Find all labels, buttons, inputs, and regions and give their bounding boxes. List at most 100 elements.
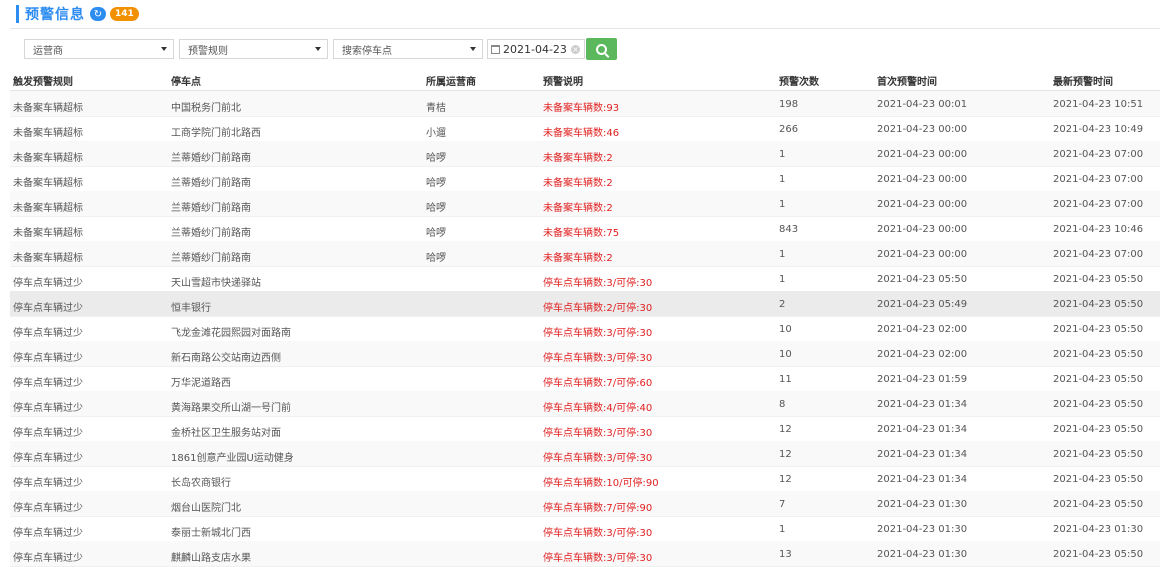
description-cell: 停车点车辆数:3/可停:30 [543, 428, 653, 439]
stop-search-select[interactable]: 搜索停车点 [333, 39, 483, 59]
first-time-cell: 2021-04-23 00:00 [877, 199, 968, 210]
count-cell: 198 [779, 99, 799, 110]
table-row[interactable]: 停车点车辆过少 烟台山医院门北 停车点车辆数:7/可停:90 7 2021-04-23 … [10, 491, 1160, 517]
description-cell: 停车点车辆数:3/可停:30 [543, 353, 653, 364]
description-cell: 未备案车辆数:75 [543, 228, 620, 239]
count-cell: 12 [779, 424, 792, 435]
table-row[interactable]: 未备案车辆超标 工商学院门前北路西 小遛 未备案车辆数:46 266 2021-04-23… [10, 116, 1160, 142]
latest-time-cell: 2021-04-23 10:46 [1053, 224, 1144, 235]
search-button[interactable] [586, 38, 617, 60]
description-cell: 未备案车辆数:46 [543, 128, 620, 139]
count-cell: 10 [779, 324, 792, 335]
latest-time-cell: 2021-04-23 05:50 [1053, 299, 1144, 310]
clear-icon[interactable]: × [571, 45, 580, 54]
stop-cell: 工商学院门前北路西 [171, 128, 261, 139]
operator-select[interactable]: 运营商 [24, 39, 174, 59]
table-row[interactable]: 停车点车辆过少 天山雪超市快递驿站 停车点车辆数:3/可停:30 1 2021-04-2… [10, 266, 1160, 292]
operator-cell: 哈啰 [426, 153, 446, 164]
table-row[interactable]: 停车点车辆过少 金桥社区卫生服务站对面 停车点车辆数:3/可停:30 12 2021-0… [10, 416, 1160, 442]
table-row[interactable]: 未备案车辆超标 兰蒂婚纱门前路南 哈啰 未备案车辆数:75 843 2021-04-23 … [10, 216, 1160, 242]
table-row[interactable]: 停车点车辆过少 长岛农商银行 停车点车辆数:10/可停:90 12 2021-04-23… [10, 466, 1160, 492]
table-row[interactable]: 未备案车辆超标 兰蒂婚纱门前路南 哈啰 未备案车辆数:2 1 2021-04-23 00:… [10, 141, 1160, 167]
rule-select-value: 预警规则 [188, 45, 228, 57]
rule-cell: 停车点车辆过少 [13, 478, 83, 489]
stop-cell: 万华泥道路西 [171, 378, 231, 389]
column-header: 触发预警规则 [13, 77, 73, 88]
refresh-icon[interactable]: ↻ [90, 7, 106, 21]
table-row[interactable]: 停车点车辆过少 1861创意产业园U运动健身 停车点车辆数:3/可停:30 12 202… [10, 441, 1160, 467]
first-time-cell: 2021-04-23 01:34 [877, 424, 968, 435]
chevron-down-icon [161, 47, 167, 51]
rule-cell: 未备案车辆超标 [13, 203, 83, 214]
latest-time-cell: 2021-04-23 07:00 [1053, 199, 1144, 210]
first-time-cell: 2021-04-23 01:59 [877, 374, 968, 385]
table-row[interactable]: 停车点车辆过少 万华泥道路西 停车点车辆数:7/可停:60 11 2021-04-23 … [10, 366, 1160, 392]
operator-cell: 小遛 [426, 128, 446, 139]
first-time-cell: 2021-04-23 02:00 [877, 324, 968, 335]
latest-time-cell: 2021-04-23 05:50 [1053, 349, 1144, 360]
chevron-down-icon [470, 47, 476, 51]
latest-time-cell: 2021-04-23 07:00 [1053, 149, 1144, 160]
count-cell: 1 [779, 249, 786, 260]
count-cell: 12 [779, 449, 792, 460]
stop-cell: 中国税务门前北 [171, 103, 241, 114]
rule-cell: 停车点车辆过少 [13, 528, 83, 539]
rule-cell: 未备案车辆超标 [13, 228, 83, 239]
stop-cell: 长岛农商银行 [171, 478, 231, 489]
first-time-cell: 2021-04-23 00:01 [877, 99, 968, 110]
description-cell: 停车点车辆数:3/可停:30 [543, 553, 653, 564]
table-row[interactable]: 停车点车辆过少 新石南路公交站南边西侧 停车点车辆数:3/可停:30 10 2021-0… [10, 341, 1160, 367]
count-cell: 10 [779, 349, 792, 360]
chevron-down-icon [315, 47, 321, 51]
table-row[interactable]: 停车点车辆过少 麒麟山路支店水果 停车点车辆数:3/可停:30 13 2021-04-2… [10, 541, 1160, 567]
rule-cell: 未备案车辆超标 [13, 103, 83, 114]
page-title: 预警信息 [25, 7, 85, 23]
panel-header: 预警信息 ↻ 141 [16, 5, 139, 23]
description-cell: 停车点车辆数:3/可停:30 [543, 453, 653, 464]
latest-time-cell: 2021-04-23 10:49 [1053, 124, 1144, 135]
first-time-cell: 2021-04-23 02:00 [877, 349, 968, 360]
date-picker[interactable]: 2021-04-23 × [487, 39, 585, 59]
stop-cell: 泰丽士新城北门西 [171, 528, 251, 539]
count-cell: 1 [779, 524, 786, 535]
first-time-cell: 2021-04-23 00:00 [877, 224, 968, 235]
table-row[interactable]: 未备案车辆超标 兰蒂婚纱门前路南 哈啰 未备案车辆数:2 1 2021-04-23 00:… [10, 191, 1160, 217]
table-row[interactable]: 停车点车辆过少 飞龙金滩花园熙园对面路南 停车点车辆数:3/可停:30 10 2021-… [10, 316, 1160, 342]
search-icon [596, 43, 607, 55]
first-time-cell: 2021-04-23 01:30 [877, 499, 968, 510]
operator-cell: 哈啰 [426, 253, 446, 264]
count-cell: 1 [779, 274, 786, 285]
alert-count-badge: 141 [110, 7, 139, 21]
stop-cell: 飞龙金滩花园熙园对面路南 [171, 328, 291, 339]
rule-cell: 停车点车辆过少 [13, 328, 83, 339]
latest-time-cell: 2021-04-23 05:50 [1053, 549, 1144, 560]
first-time-cell: 2021-04-23 01:30 [877, 524, 968, 535]
table-row[interactable]: 未备案车辆超标 中国税务门前北 青桔 未备案车辆数:93 198 2021-04-23 0… [10, 91, 1160, 117]
column-header: 最新预警时间 [1053, 77, 1113, 88]
description-cell: 未备案车辆数:93 [543, 103, 620, 114]
count-cell: 266 [779, 124, 799, 135]
count-cell: 1 [779, 199, 786, 210]
count-cell: 1 [779, 174, 786, 185]
count-cell: 7 [779, 499, 786, 510]
rule-select[interactable]: 预警规则 [179, 39, 328, 59]
description-cell: 停车点车辆数:10/可停:90 [543, 478, 659, 489]
header-divider [10, 28, 1160, 29]
table-row[interactable]: 停车点车辆过少 泰丽士新城北门西 停车点车辆数:3/可停:30 1 2021-04-23… [10, 516, 1160, 542]
rule-cell: 未备案车辆超标 [13, 253, 83, 264]
column-header: 停车点 [171, 77, 201, 88]
description-cell: 停车点车辆数:3/可停:30 [543, 528, 653, 539]
rule-cell: 未备案车辆超标 [13, 128, 83, 139]
count-cell: 1 [779, 149, 786, 160]
first-time-cell: 2021-04-23 01:34 [877, 474, 968, 485]
latest-time-cell: 2021-04-23 05:50 [1053, 499, 1144, 510]
table-row[interactable]: 未备案车辆超标 兰蒂婚纱门前路南 哈啰 未备案车辆数:2 1 2021-04-23 00:… [10, 166, 1160, 192]
table-row[interactable]: 停车点车辆过少 黄海路果交所山湖一号门前 停车点车辆数:4/可停:40 8 2021-0… [10, 391, 1160, 417]
table-row[interactable]: 未备案车辆超标 兰蒂婚纱门前路南 哈啰 未备案车辆数:2 1 2021-04-23 00:… [10, 241, 1160, 267]
description-cell: 停车点车辆数:3/可停:30 [543, 278, 653, 289]
table-row[interactable]: 停车点车辆过少 恒丰银行 停车点车辆数:2/可停:30 2 2021-04-23 05:… [10, 291, 1160, 317]
latest-time-cell: 2021-04-23 05:50 [1053, 274, 1144, 285]
rule-cell: 停车点车辆过少 [13, 353, 83, 364]
operator-cell: 哈啰 [426, 228, 446, 239]
first-time-cell: 2021-04-23 00:00 [877, 174, 968, 185]
